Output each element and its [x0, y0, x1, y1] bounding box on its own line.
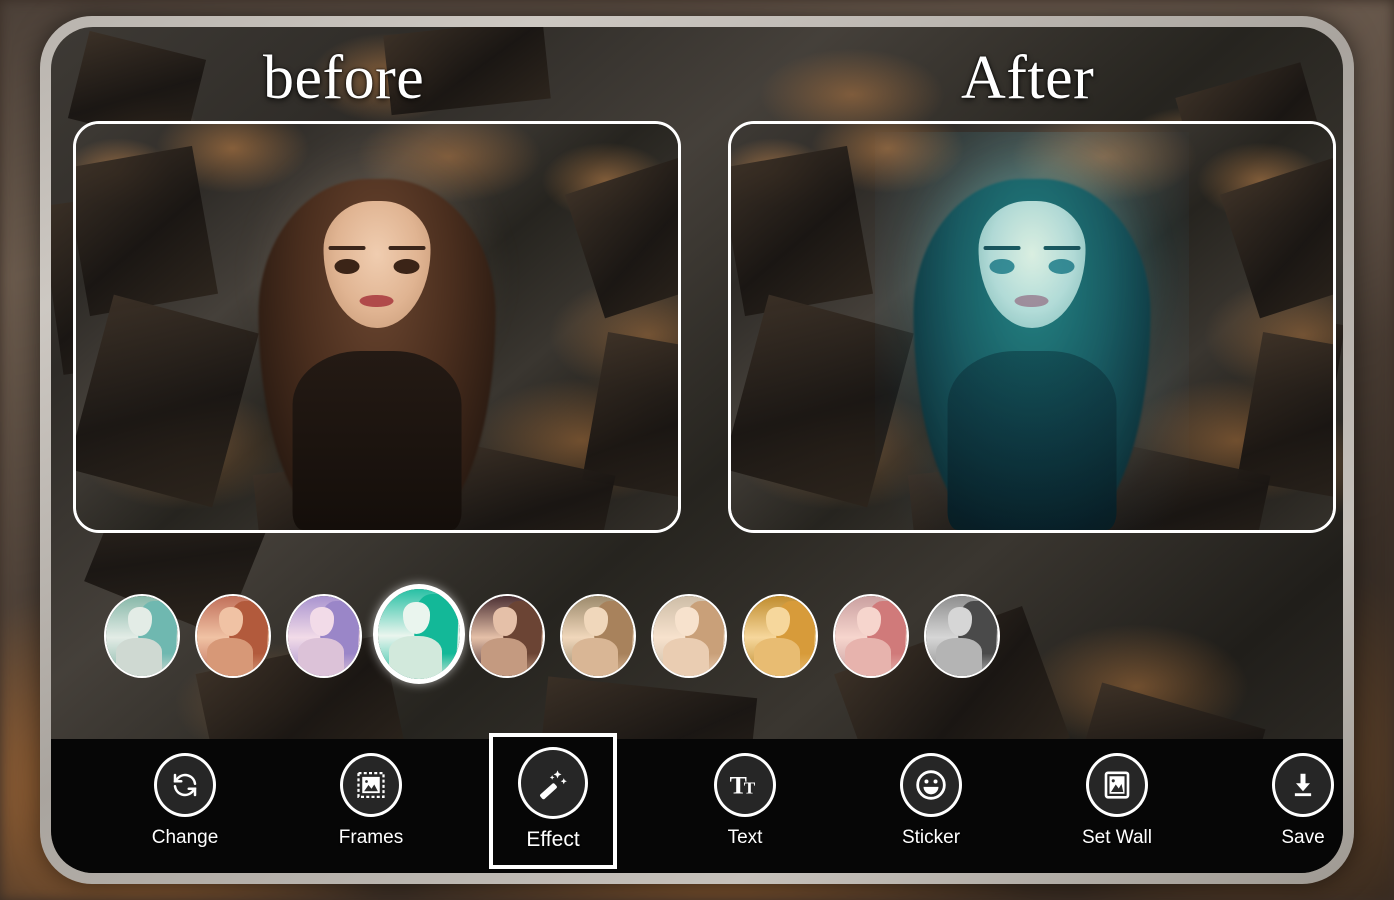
filter-preview-body — [116, 637, 163, 676]
photo-frame-icon — [340, 753, 402, 817]
after-torso — [947, 350, 1117, 530]
toolbar-button-effect[interactable]: Effect — [489, 733, 617, 869]
before-photo-pane[interactable] — [73, 121, 681, 533]
toolbar-button-label: Set Wall — [1081, 827, 1153, 848]
filter-preview-body — [754, 637, 801, 676]
filter-thumbnail-grayscale[interactable] — [924, 594, 1000, 678]
filter-preview-body — [572, 637, 619, 676]
after-right-eye — [1048, 259, 1075, 275]
filter-thumbnail-light-peach[interactable] — [651, 594, 727, 678]
filter-preview-body — [389, 635, 442, 679]
filter-thumbnail-bright-teal[interactable] — [373, 584, 465, 684]
filter-thumbnail-golden-amber[interactable] — [742, 594, 818, 678]
filter-preview-body — [663, 637, 710, 676]
filter-thumbnail-teal-mint[interactable] — [104, 594, 180, 678]
filter-preview-body — [298, 637, 345, 676]
after-photo-pane[interactable] — [728, 121, 1336, 533]
filter-preview — [471, 596, 543, 676]
toolbar-button-label: Frames — [338, 827, 404, 848]
toolbar-button-save[interactable]: Save — [1239, 747, 1343, 869]
filter-preview-body — [481, 637, 528, 676]
filter-preview — [835, 596, 907, 676]
toolbar-button-change[interactable]: Change — [121, 747, 249, 869]
smiley-icon — [900, 753, 962, 817]
filter-thumbnail-sepia-warm[interactable] — [560, 594, 636, 678]
filter-thumbnail-strip[interactable] — [51, 574, 1343, 704]
toolbar-button-set-wall[interactable]: Set Wall — [1053, 747, 1181, 869]
toolbar-button-label: Change — [151, 827, 219, 848]
device-frame: before After Change Frames Effect T T Te… — [40, 16, 1354, 884]
filter-preview-body — [207, 637, 254, 676]
bottom-toolbar: Change Frames Effect T T Text Sticker Set Wall S… — [51, 733, 1343, 873]
filter-thumbnail-dark-plum[interactable] — [469, 594, 545, 678]
filter-preview — [288, 596, 360, 676]
filter-preview-body — [936, 637, 983, 676]
toolbar-button-label: Save — [1281, 827, 1325, 848]
toolbar-button-label: Effect — [526, 828, 580, 851]
before-right-brow — [388, 246, 426, 251]
after-left-brow — [983, 246, 1021, 251]
after-lips — [1015, 294, 1049, 308]
before-left-brow — [328, 246, 366, 251]
toolbar-button-label: Text — [727, 827, 763, 848]
filter-thumbnail-rose-pink[interactable] — [833, 594, 909, 678]
filter-preview — [926, 596, 998, 676]
filter-preview — [378, 589, 460, 679]
toolbar-button-text[interactable]: T T Text — [681, 747, 809, 869]
after-subject — [891, 156, 1174, 530]
filter-preview — [653, 596, 725, 676]
after-left-eye — [989, 259, 1015, 275]
before-lips — [360, 294, 394, 308]
filter-preview — [106, 596, 178, 676]
before-left-eye — [334, 259, 360, 275]
after-right-brow — [1043, 246, 1081, 251]
svg-text:T: T — [744, 779, 756, 798]
wallpaper-image-icon — [1086, 753, 1148, 817]
filter-thumbnail-lavender[interactable] — [286, 594, 362, 678]
filter-preview — [562, 596, 634, 676]
filter-preview-body — [845, 637, 892, 676]
toolbar-button-frames[interactable]: Frames — [307, 747, 435, 869]
before-right-eye — [393, 259, 420, 275]
download-icon — [1272, 753, 1334, 817]
toolbar-button-sticker[interactable]: Sticker — [867, 747, 995, 869]
before-subject — [236, 156, 519, 530]
text-size-icon: TT — [714, 753, 776, 817]
magic-wand-icon — [518, 747, 588, 819]
before-torso — [292, 350, 462, 530]
filter-preview — [744, 596, 816, 676]
filter-preview — [197, 596, 269, 676]
after-label: After — [961, 44, 1095, 112]
refresh-icon — [154, 753, 216, 817]
app-screen: before After Change Frames Effect T T Te… — [51, 27, 1343, 873]
toolbar-button-label: Sticker — [901, 827, 961, 848]
before-label: before — [263, 44, 425, 112]
filter-thumbnail-warm-red[interactable] — [195, 594, 271, 678]
